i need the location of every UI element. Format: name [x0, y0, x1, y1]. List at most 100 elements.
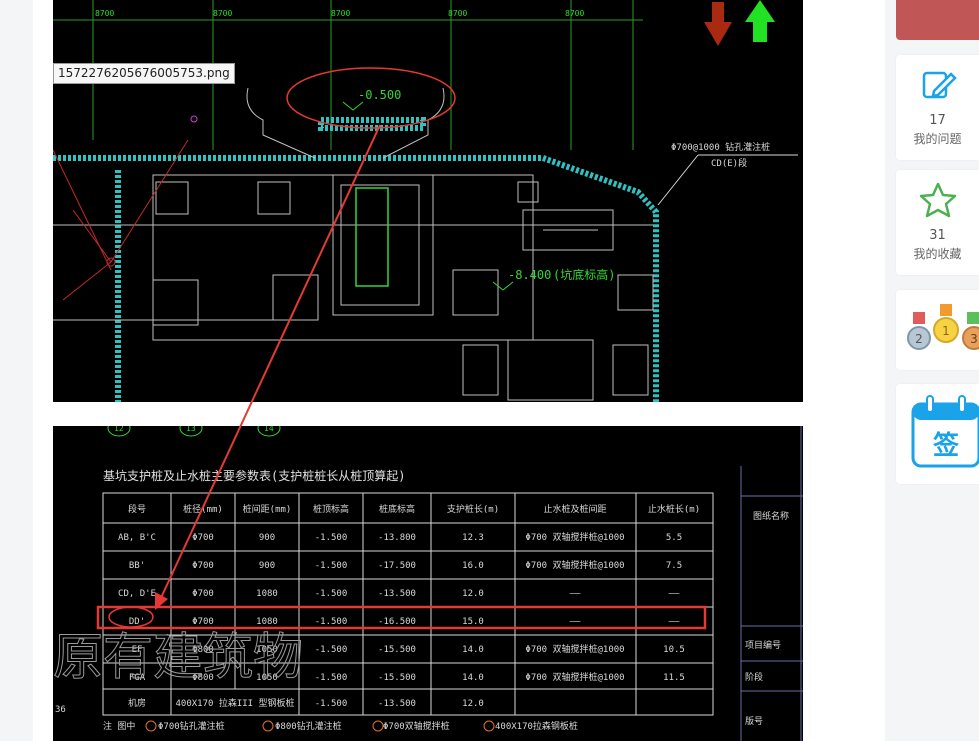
questions-label: 我的问题 — [913, 132, 962, 146]
title-block-label: 版号 — [745, 715, 763, 727]
table-cell: BB' — [129, 561, 145, 571]
table-cell: -13.500 — [378, 699, 416, 709]
table-cell: -1.500 — [315, 533, 348, 543]
table-cell: Φ700 双轴搅拌桩@1000 — [525, 531, 624, 543]
table-cell: 400X170 拉森III 型钢板桩 — [175, 697, 294, 709]
medal-number: 2 — [915, 332, 923, 346]
table-cell: Φ700 双轴搅拌桩@1000 — [525, 643, 624, 655]
medal-number: 3 — [970, 332, 978, 346]
title-block-label: 图纸名称 — [753, 510, 789, 522]
axis-label: 8700 — [213, 9, 232, 18]
table-cell: 900 — [259, 561, 275, 571]
axis-label: 8700 — [331, 9, 350, 18]
table-cell: CD, D'E — [118, 589, 156, 599]
table-header-cell: 桩底标高 — [379, 503, 415, 515]
favorites-label: 我的收藏 — [913, 247, 962, 261]
table-header-cell: 支护桩长(m) — [447, 503, 499, 515]
table-cell: —— — [669, 617, 680, 627]
medal-number: 1 — [942, 324, 950, 338]
table-cell: -17.500 — [378, 561, 416, 571]
axis-label: 8700 — [565, 9, 584, 18]
title-block-label: 阶段 — [745, 671, 763, 683]
table-cell: 12.0 — [462, 699, 484, 709]
table-cell: Φ700 — [192, 533, 214, 543]
legend-item: Φ700双轴搅拌桩 — [383, 720, 450, 732]
cad-drawing-bottom-image[interactable]: 12 13 14 图纸名称 项目编号 阶段 版号 36 基坑支护桩及止水桩主要参… — [53, 426, 803, 741]
legend-prefix: 注 图中 — [103, 720, 135, 732]
table-cell: 15.0 — [462, 617, 484, 627]
legend-item: 400X170拉森钢板桩 — [495, 720, 578, 732]
legend-item: Φ700钻孔灌注桩 — [158, 720, 225, 732]
table-title: 基坑支护桩及止水桩主要参数表(支护桩桩长从桩顶算起) — [103, 468, 405, 483]
my-favorites-button[interactable]: 31 我的收藏 — [896, 170, 979, 275]
table-cell: 10.5 — [663, 645, 685, 655]
table-cell: 14.0 — [462, 645, 484, 655]
grid-tag: 12 — [114, 426, 124, 433]
table-cell: —— — [570, 589, 581, 599]
legend-item: Φ800钻孔灌注桩 — [275, 720, 342, 732]
table-cell: Φ700 双轴搅拌桩@1000 — [525, 671, 624, 683]
table-cell: AB, B'C — [118, 533, 156, 543]
checkin-label: 签 — [932, 430, 959, 461]
sidebar-banner[interactable] — [896, 0, 979, 40]
medals-icon: 2 1 3 — [907, 304, 979, 350]
table-cell: Φ700 — [192, 561, 214, 571]
table-cell: Φ700 — [192, 617, 214, 627]
row-number: 36 — [55, 705, 66, 715]
edit-pencil-icon — [922, 71, 957, 99]
axis-label: 8700 — [448, 9, 467, 18]
daily-checkin-button[interactable]: 签 — [896, 384, 979, 484]
table-cell: 16.0 — [462, 561, 484, 571]
my-questions-button[interactable]: 17 我的问题 — [896, 55, 979, 160]
arrow-down-icon — [704, 2, 732, 46]
table-cell: Φ700 双轴搅拌桩@1000 — [525, 559, 624, 571]
axis-label: 8700 — [95, 9, 114, 18]
table-cell: -15.500 — [378, 673, 416, 683]
table-cell: 12.0 — [462, 589, 484, 599]
table-header-cell: 桩间距(mm) — [243, 503, 292, 515]
table-cell: 5.5 — [666, 533, 682, 543]
table-cell: -1.500 — [315, 699, 348, 709]
table-cell: -13.500 — [378, 589, 416, 599]
grid-tag: 13 — [186, 426, 196, 433]
table-cell: 1080 — [256, 617, 278, 627]
table-cell: 12.3 — [462, 533, 484, 543]
table-cell: -1.500 — [315, 589, 348, 599]
table-cell: 14.0 — [462, 673, 484, 683]
arrow-up-icon — [745, 0, 775, 42]
image-filename-tooltip: 1572276205676005753.png — [53, 63, 235, 84]
table-cell: -16.500 — [378, 617, 416, 627]
table-cell: 900 — [259, 533, 275, 543]
star-icon — [919, 182, 956, 218]
cad-table-svg: 12 13 14 图纸名称 项目编号 阶段 版号 36 基坑支护桩及止水桩主要参… — [53, 426, 803, 741]
table-header-cell: 桩顶标高 — [313, 503, 349, 515]
grid-tag: 14 — [264, 426, 274, 433]
table-header-cell: 段号 — [128, 503, 146, 515]
elevation-label: -8.400 — [508, 268, 551, 282]
table-cell: 1080 — [256, 589, 278, 599]
pile-note-segment: CD(E)段 — [711, 157, 747, 169]
pile-note: Φ700@1000 钻孔灌注桩 — [671, 141, 770, 153]
favorites-count: 31 — [929, 228, 946, 243]
title-block-label: 项目编号 — [745, 639, 781, 651]
table-cell: -1.500 — [315, 645, 348, 655]
table-cell: 7.5 — [666, 561, 682, 571]
table-cell: Φ700 — [192, 589, 214, 599]
table-cell: 机房 — [128, 697, 146, 709]
cad-plan-svg: 8700 8700 8700 8700 8700 -0.500 -8.400 (… — [53, 0, 798, 402]
calendar-icon: 签 — [911, 395, 979, 468]
table-cell: —— — [570, 617, 581, 627]
elevation-note: (坑底标高) — [553, 267, 615, 282]
elevation-label: -0.500 — [358, 88, 401, 102]
table-cell: 11.5 — [663, 673, 685, 683]
handwritten-watermark: 原有建筑物 — [53, 628, 303, 686]
table-cell: -1.500 — [315, 673, 348, 683]
table-cell: -1.500 — [315, 617, 348, 627]
table-cell: -15.500 — [378, 645, 416, 655]
table-header-cell: 止水桩长(m) — [648, 503, 700, 515]
table-header-cell: 止水桩及桩间距 — [543, 503, 606, 515]
table-cell: -13.800 — [378, 533, 416, 543]
medals-button[interactable]: 2 1 3 — [896, 290, 979, 370]
cad-drawing-top-image[interactable]: 8700 8700 8700 8700 8700 -0.500 -8.400 (… — [53, 0, 803, 402]
table-header-cell: 桩径(mm) — [183, 503, 223, 515]
